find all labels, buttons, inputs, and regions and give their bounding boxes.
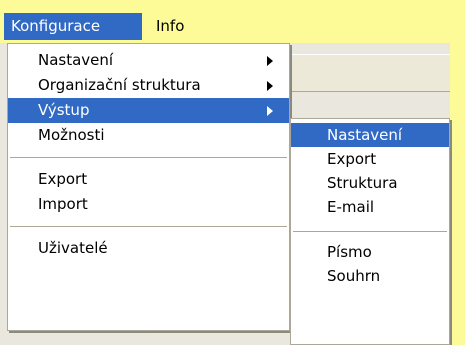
menu-item-import[interactable]: Import (8, 192, 289, 217)
menu-item-label: Výstup (38, 101, 90, 119)
menu-item-label: Export (38, 170, 88, 188)
menu-item-label: Struktura (327, 174, 398, 192)
submenu-item-nastaveni[interactable]: Nastavení (291, 123, 449, 147)
submenu-item-struktura[interactable]: Struktura (291, 171, 449, 195)
menu-bar: Konfigurace Info (0, 0, 465, 43)
menu-item-label: Organizační struktura (38, 76, 201, 94)
menu-item-nastaveni[interactable]: Nastavení (8, 48, 289, 73)
menu-item-label: Import (38, 195, 88, 213)
menu-item-label: Písmo (327, 243, 372, 261)
menu-konfigurace[interactable]: Konfigurace (4, 13, 142, 40)
menu-item-export[interactable]: Export (8, 167, 289, 192)
vystup-submenu: Nastavení Export Struktura E-mail Písmo … (290, 118, 450, 345)
menu-item-label: Nastavení (327, 126, 403, 144)
menu-item-label: Uživatelé (38, 239, 108, 257)
chevron-right-icon (267, 48, 277, 73)
submenu-item-souhrn[interactable]: Souhrn (291, 264, 449, 288)
chevron-right-icon (267, 98, 277, 123)
menu-item-label: Souhrn (327, 267, 381, 285)
menu-separator (293, 231, 447, 232)
menu-item-label: Export (327, 150, 377, 168)
menu-item-label: E-mail (327, 198, 375, 216)
menu-item-organizacni-struktura[interactable]: Organizační struktura (8, 73, 289, 98)
menu-item-vystup[interactable]: Výstup (8, 98, 289, 123)
menu-separator (10, 157, 287, 158)
submenu-item-pismo[interactable]: Písmo (291, 240, 449, 264)
submenu-item-export[interactable]: Export (291, 147, 449, 171)
konfigurace-dropdown: Nastavení Organizační struktura Výstup M… (7, 43, 290, 331)
menu-info[interactable]: Info (146, 13, 204, 40)
menu-item-label: Nastavení (38, 51, 114, 69)
menu-separator (10, 226, 287, 227)
menu-item-label: Možnosti (38, 126, 105, 144)
chevron-right-icon (267, 73, 277, 98)
menu-item-uzivatele[interactable]: Uživatelé (8, 236, 289, 261)
menu-item-moznosti[interactable]: Možnosti (8, 123, 289, 148)
submenu-item-email[interactable]: E-mail (291, 195, 449, 219)
